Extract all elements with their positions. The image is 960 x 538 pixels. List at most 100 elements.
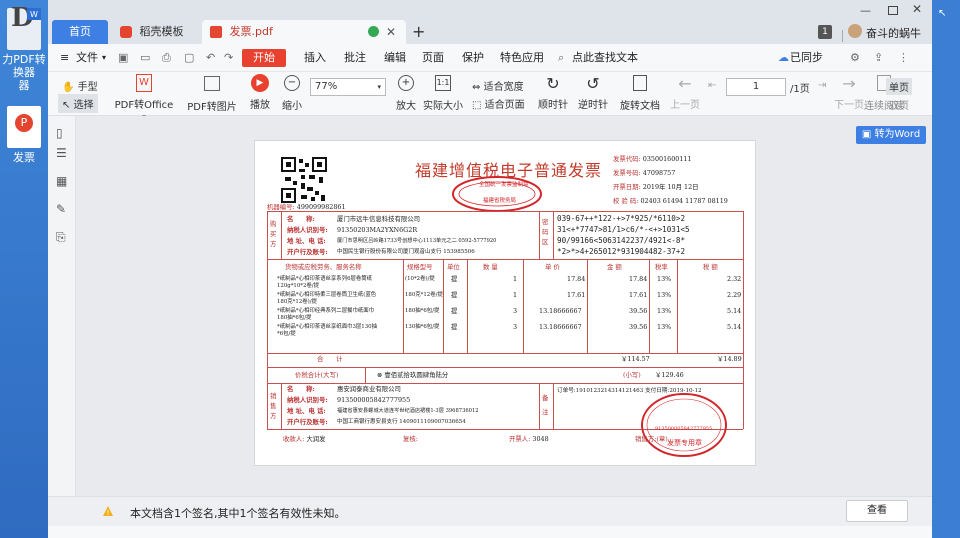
buyer-bank: 中国民生银行股份有限公司厦门观音山支行 153985506 [337,249,475,255]
share-icon[interactable]: ⇪ [874,44,883,72]
page-number-input[interactable]: 1 [726,78,786,96]
undo-icon[interactable]: ↶ [206,44,215,72]
table-row-rate: 13% [657,307,672,315]
view-signature-button[interactable]: 查看 [846,500,908,522]
tab-home[interactable]: 首页 [52,20,108,44]
cloud-sync-icon[interactable]: ☁ [778,44,789,72]
pdf-to-office-button[interactable]: W PDF转Office ▾ [114,74,174,122]
grand-total-words: 壹佰贰拾玖圆肆角陆分 [384,371,449,379]
zoom-select[interactable]: 77% ▾ [310,78,386,96]
close-window-icon[interactable]: ✕ [912,2,922,16]
last-page-icon[interactable]: ⇥ [818,80,826,91]
tab-document[interactable]: 发票.pdf ✕ [202,20,406,44]
table-row-name: 180抽*6包/提 [277,315,312,321]
chevron-down-icon[interactable]: ▾ [102,44,106,72]
invoice-code-label: 发票代码: [613,155,641,163]
avatar[interactable] [848,24,862,38]
arrow-right-icon: → [842,74,856,93]
first-page-icon[interactable]: ⇤ [708,80,716,91]
close-tab-icon[interactable]: ✕ [386,20,396,44]
warning-signature-icon: ! [102,505,114,517]
new-tab-button[interactable]: + [412,22,425,41]
drawer: 3048 [532,435,549,443]
table-row-qty: 3 [513,307,518,315]
menu-start[interactable]: 开始 [242,49,286,67]
menu-hamburger-icon[interactable]: ≡ [60,44,69,72]
window-count-badge[interactable]: 1 [818,25,832,39]
menu-protect[interactable]: 保护 [462,44,484,72]
seller-name-label: 名 称: [287,385,315,393]
invoice-date-label: 开票日期: [613,183,641,191]
select-tool[interactable]: ↖ 选择 [58,94,98,113]
signature-icon[interactable]: ✎ [56,202,66,216]
convert-to-word-button[interactable]: ▣ 转为Word [856,126,926,144]
sync-status[interactable]: 已同步 [790,44,823,72]
desktop-icon-label: 发票 [13,151,35,164]
outline-icon[interactable]: ☰ [56,146,67,160]
save-icon[interactable]: ▣ [118,44,128,72]
redo-icon[interactable]: ↷ [224,44,233,72]
actual-size-button[interactable]: 1:1 实际大小 [422,74,464,112]
user-name[interactable]: 奋斗的蜗牛 [866,25,921,41]
more-icon[interactable]: ⋮ [898,44,909,72]
folder-icon[interactable]: ▭ [140,44,150,72]
preview-icon[interactable]: ▢ [184,44,194,72]
settings-icon[interactable]: ⚙ [850,44,860,72]
table-row-name: 120g*10*2卷/提 [277,283,320,289]
minimize-icon[interactable]: — [860,4,871,17]
invoice-number: 47098757 [642,169,676,177]
cursor-icon: ↖ [62,100,71,111]
prev-page-button[interactable]: ← 上一页 [670,74,700,111]
table-row-qty: 1 [513,275,518,283]
single-page-button[interactable]: 单页 [886,78,912,95]
next-page-button[interactable]: → 下一页 [834,74,864,111]
password-area-label: 密码区 [542,218,549,246]
hand-icon: ✋ [62,82,75,93]
menu-page[interactable]: 页面 [422,44,444,72]
check-code-label: 校 验 码: [613,197,639,205]
search-text[interactable]: 点此查找文本 [572,44,638,72]
menu-insert[interactable]: 插入 [304,44,326,72]
zoom-in-icon: + [395,75,417,95]
pdf-to-image-button[interactable]: PDF转图片 [184,74,240,113]
desktop-icon-pdf-converter[interactable]: D W 力PDF转换器 器 [2,5,46,92]
table-row-unit: 提 [451,291,458,299]
tab-template-label: 稻壳模板 [139,25,184,38]
header-unit: 单位 [447,263,460,271]
stamp-bottom-text: 发票专用章 [667,439,702,447]
attachment-icon[interactable]: ⎘ [56,230,66,245]
double-page-button[interactable]: 双页 [886,96,912,113]
bookmark-icon[interactable]: ▯ [56,126,63,140]
table-row-spec: 180克*12卷/提 [405,292,443,298]
hand-tool[interactable]: ✋ 手型 [62,78,98,93]
rotate-clockwise-button[interactable]: ↻ 顺时针 [536,74,570,111]
search-icon[interactable]: ⌕ [558,44,564,72]
total-tax: ￥14.89 [717,355,742,363]
thumbnail-icon[interactable]: ▦ [56,174,67,188]
table-row-rate: 13% [657,275,672,283]
table-row-name: 180克*12卷)/提 [277,299,317,305]
buyer-bank-label: 开户行及账号: [287,248,328,256]
menu-annotate[interactable]: 批注 [344,44,366,72]
table-row-price: 17.84 [567,275,586,283]
table-row-rate: 13% [657,323,672,331]
fit-width-button[interactable]: ⇔ 适合宽度 [472,78,524,93]
desktop-icon-invoice[interactable]: P 发票 [2,106,46,164]
zoom-out-button[interactable]: − 缩小 [278,74,306,112]
zoom-in-button[interactable]: + 放大 [392,74,420,112]
menu-file[interactable]: 文件 [76,44,98,72]
print-icon[interactable]: ⎙ [162,44,171,72]
invoice-page: 福建增值税电子普通发票 全国统一发票监制章 福建省税务局 发票代码: 03500… [254,140,756,466]
menu-features[interactable]: 特色应用 [500,44,544,72]
play-button[interactable]: ▶ 播放 [246,74,274,111]
tab-template[interactable]: 稻壳模板 [112,20,198,44]
stamp-top-sub: 福建省税务局 [483,198,517,204]
rotate-document-icon [629,75,651,95]
maximize-icon[interactable] [888,6,898,15]
fit-page-button[interactable]: ⬚ 适合页面 [472,96,525,111]
table-row-tax: 5.14 [727,307,742,315]
menu-edit[interactable]: 编辑 [384,44,406,72]
rotate-document-button[interactable]: 旋转文档 [618,74,662,112]
rotate-counterclockwise-button[interactable]: ↺ 逆时针 [576,74,610,111]
payee: 大润发 [306,435,326,443]
